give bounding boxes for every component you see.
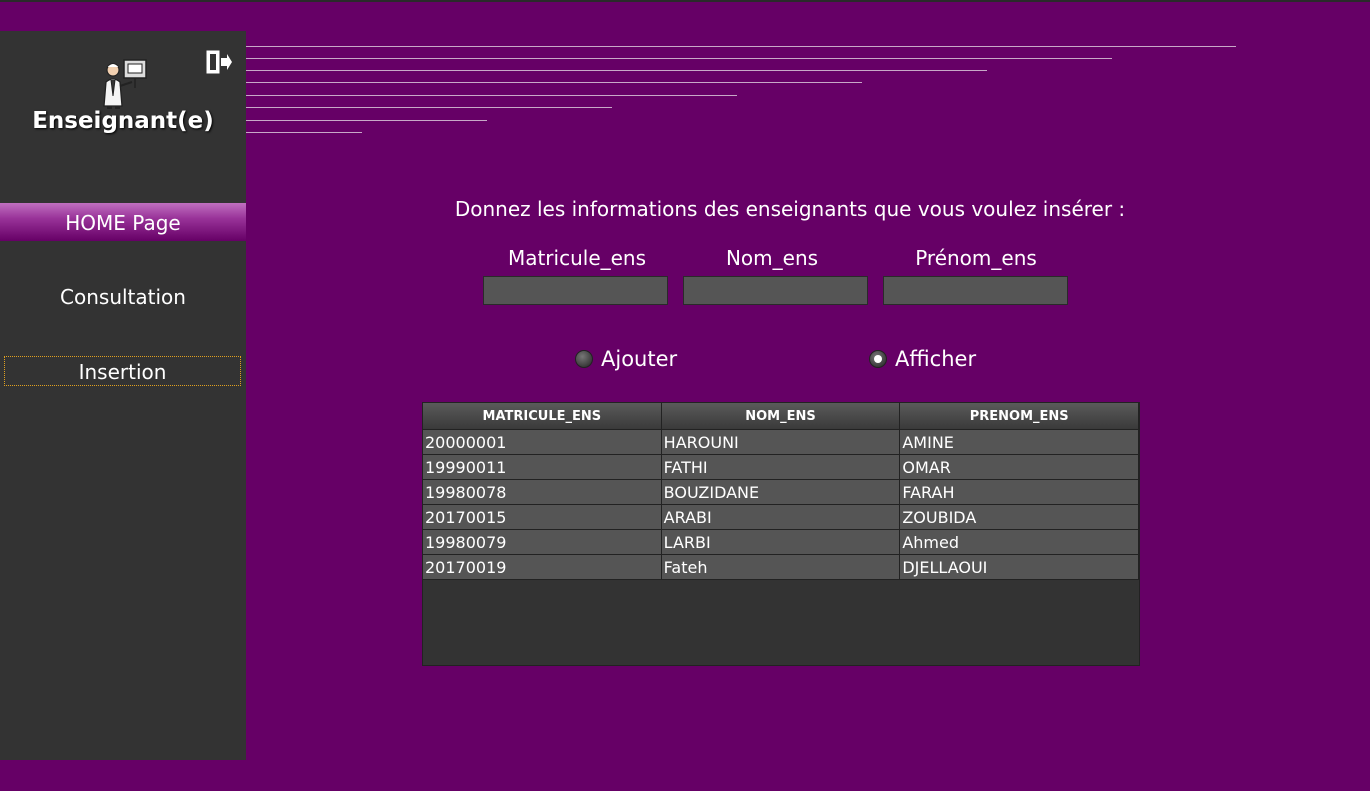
nav-consultation[interactable]: Consultation [0, 281, 246, 313]
table-cell: 19990011 [423, 455, 662, 480]
decor-line [246, 95, 737, 96]
table-row[interactable]: 19980079 LARBI Ahmed [423, 530, 1140, 555]
table-cell: ARABI [661, 505, 901, 530]
table-header: MATRICULE_ENS NOM_ENS PRENOM_ENS [423, 403, 1140, 430]
table-row[interactable]: 20000001 HAROUNI AMINE [423, 430, 1140, 455]
table-cell: 20170015 [423, 505, 662, 530]
nav-insertion[interactable]: Insertion [4, 356, 241, 386]
table-cell: 19980078 [423, 480, 662, 505]
afficher-radio[interactable] [869, 350, 887, 368]
table-body: 20000001 HAROUNI AMINE 19990011 FATHI OMAR 199… [423, 430, 1140, 580]
table-row[interactable]: 19980078 BOUZIDANE FARAH [423, 480, 1140, 505]
decor-line [246, 82, 862, 83]
table-cell: ZOUBIDA [900, 505, 1140, 530]
nav-home-page[interactable]: HOME Page [0, 203, 246, 241]
table-cell: DJELLAOUI [900, 555, 1140, 580]
table-cell: 20170019 [423, 555, 662, 580]
logout-icon[interactable] [205, 49, 233, 75]
table-cell: 20000001 [423, 430, 662, 455]
table-cell: Ahmed [900, 530, 1140, 555]
role-title: Enseignant(e) [32, 108, 214, 134]
table-cell: LARBI [661, 530, 901, 555]
afficher-label[interactable]: Afficher [895, 347, 976, 371]
ajouter-radio[interactable] [575, 350, 593, 368]
table-cell: 19980079 [423, 530, 662, 555]
decor-line [246, 46, 1236, 47]
prenom-input[interactable] [883, 276, 1068, 305]
table-row[interactable]: 20170019 Fateh DJELLAOUI [423, 555, 1140, 580]
table-cell: BOUZIDANE [661, 480, 901, 505]
table-cell: Fateh [661, 555, 901, 580]
teacher-icon [103, 59, 147, 109]
ajouter-label[interactable]: Ajouter [601, 347, 677, 371]
decor-line [246, 107, 612, 108]
table-row[interactable]: 20170015 ARABI ZOUBIDA [423, 505, 1140, 530]
column-header[interactable]: MATRICULE_ENS [423, 403, 662, 430]
table-cell: AMINE [900, 430, 1140, 455]
top-border [0, 0, 1370, 2]
prenom-label: Prénom_ens [915, 246, 1037, 270]
table-row[interactable]: 19990011 FATHI OMAR [423, 455, 1140, 480]
column-header[interactable]: PRENOM_ENS [900, 403, 1140, 430]
table-cell: FATHI [661, 455, 901, 480]
table-cell: FARAH [900, 480, 1140, 505]
nom-label: Nom_ens [725, 246, 819, 270]
decor-line [246, 58, 1112, 59]
matricule-input[interactable] [483, 276, 668, 305]
column-header[interactable]: NOM_ENS [661, 403, 901, 430]
table-cell: HAROUNI [661, 430, 901, 455]
table-cell: OMAR [900, 455, 1140, 480]
nom-input[interactable] [683, 276, 868, 305]
decor-line [246, 70, 987, 71]
sidebar: Enseignant(e) HOME Page Consultation Ins… [0, 31, 246, 760]
teachers-table: MATRICULE_ENS NOM_ENS PRENOM_ENS 2000000… [422, 402, 1140, 666]
decor-line [246, 120, 487, 121]
form-prompt: Donnez les informations des enseignants … [454, 197, 1126, 221]
matricule-label: Matricule_ens [507, 246, 647, 270]
decor-line [246, 132, 362, 133]
